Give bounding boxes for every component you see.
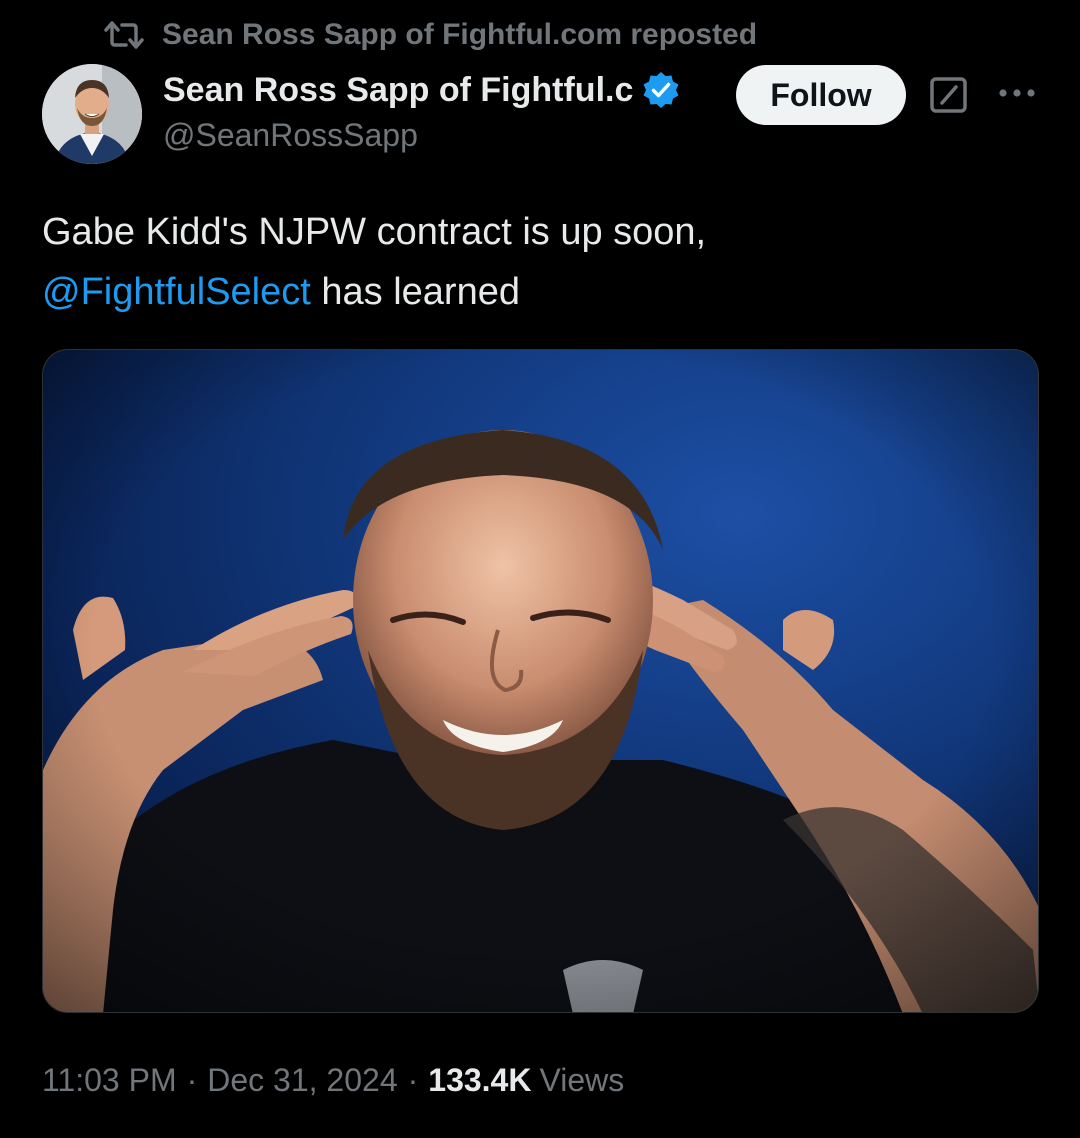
tweet-text-tail: has learned	[321, 271, 520, 313]
views-count: 133.4K	[428, 1061, 532, 1098]
avatar[interactable]	[42, 64, 142, 164]
repost-icon	[104, 19, 144, 51]
author-handle[interactable]: @SeanRossSapp	[163, 117, 418, 154]
author-display-name[interactable]: Sean Ross Sapp of Fightful.c	[163, 71, 633, 110]
repost-label: Sean Ross Sapp of Fightful.com reposted	[162, 18, 758, 51]
follow-button[interactable]: Follow	[736, 65, 906, 125]
meta-separator-2: ·	[407, 1061, 419, 1098]
author-name-row[interactable]: Sean Ross Sapp of Fightful.c	[163, 66, 681, 114]
repost-indicator[interactable]: Sean Ross Sapp of Fightful.com reposted	[104, 14, 757, 56]
views-label: Views	[539, 1061, 625, 1098]
tweet-meta: 11:03 PM · Dec 31, 2024 · 133.4K Views	[42, 1052, 624, 1108]
tweet-time[interactable]: 11:03 PM	[42, 1062, 177, 1099]
tweet-text-line-2: @FightfulSelect has learned	[42, 262, 1042, 322]
grok-icon	[929, 76, 969, 119]
tweet-text-line-1: Gabe Kidd's NJPW contract is up soon,	[42, 211, 707, 253]
tweet-date[interactable]: Dec 31, 2024	[207, 1062, 397, 1099]
tweet-photo[interactable]	[42, 349, 1039, 1013]
more-options-button[interactable]	[995, 80, 1039, 110]
meta-separator: ·	[186, 1061, 198, 1098]
more-icon	[997, 86, 1037, 104]
photo-illustration	[43, 350, 1038, 1012]
verified-badge-icon	[641, 70, 681, 110]
grok-button[interactable]	[928, 76, 970, 119]
mention-link[interactable]: @FightfulSelect	[42, 271, 311, 313]
tweet-text: Gabe Kidd's NJPW contract is up soon, @F…	[42, 202, 1042, 322]
